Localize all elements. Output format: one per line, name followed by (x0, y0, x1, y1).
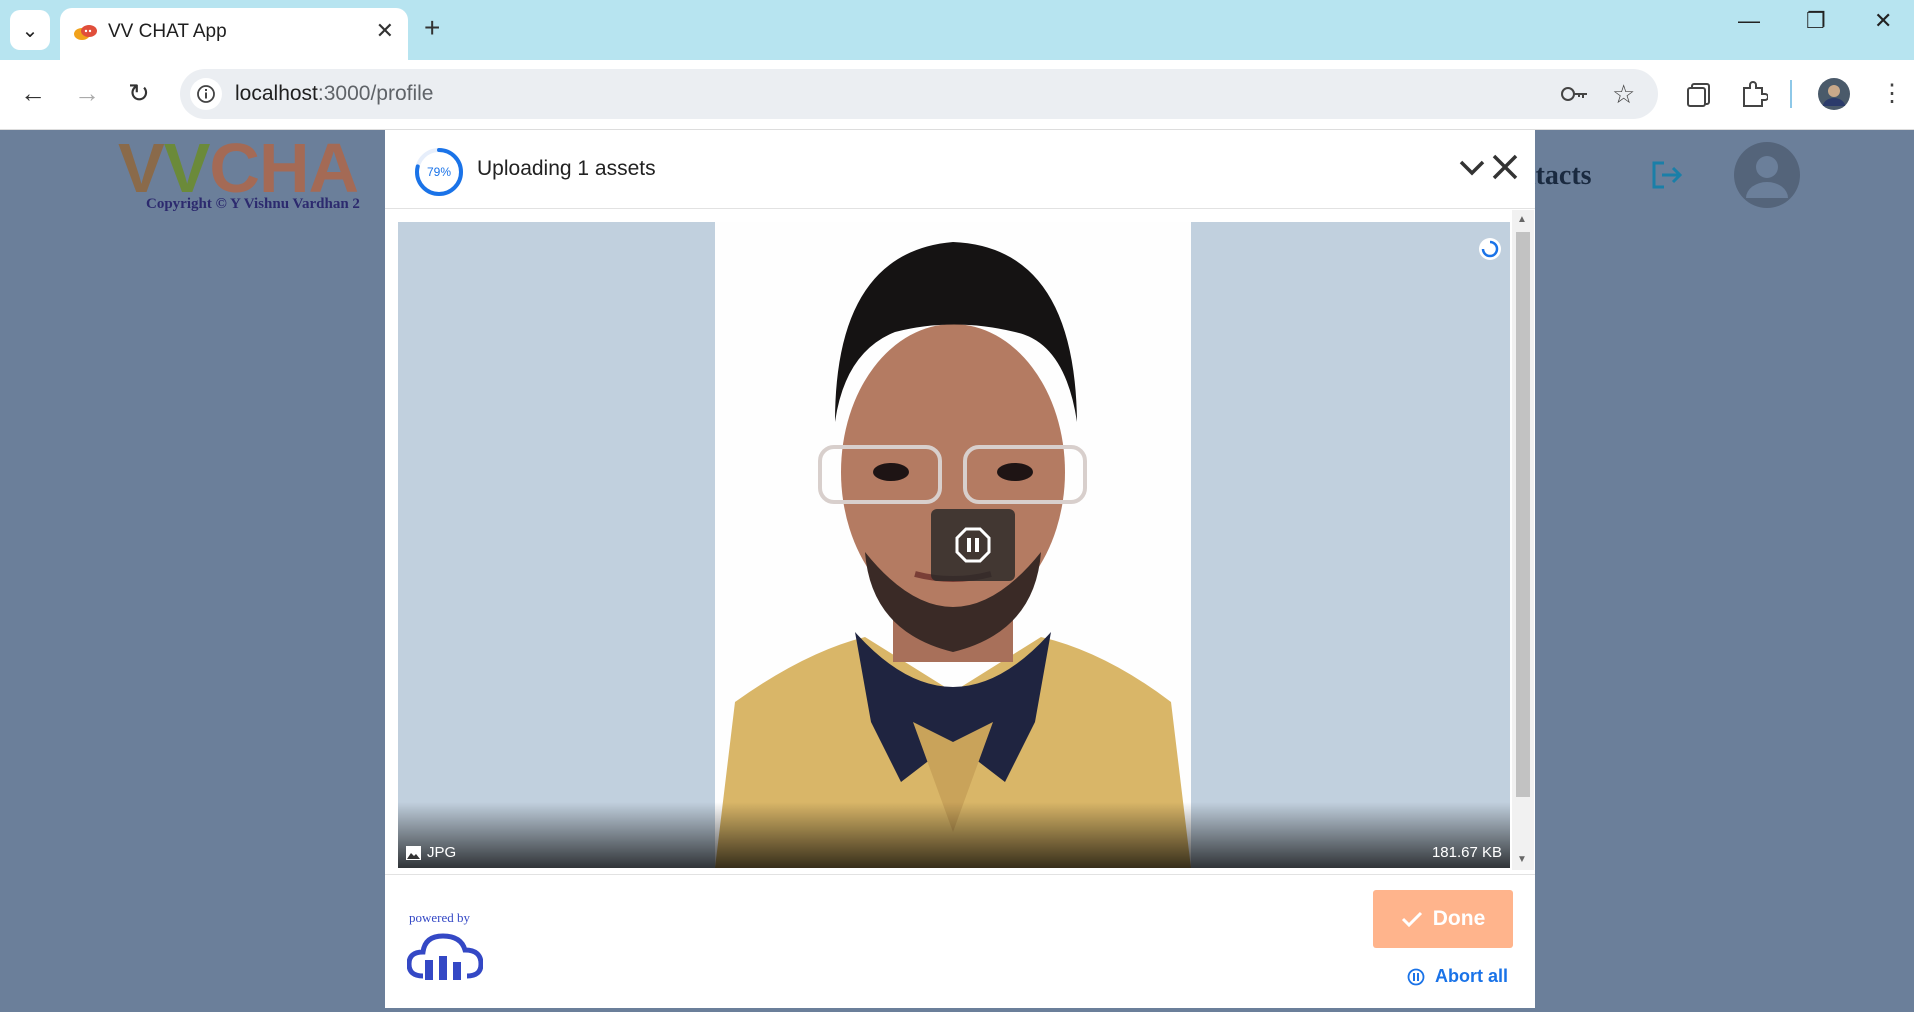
pause-icon (955, 527, 991, 563)
close-icon[interactable] (1487, 148, 1523, 186)
url-text[interactable]: localhost:3000/profile (235, 82, 433, 106)
file-size: 181.67 KB (1431, 844, 1502, 861)
file-type-text: JPG (427, 844, 457, 861)
cloud-logo-icon (407, 933, 483, 980)
tab-search-button[interactable]: ⌄ (10, 10, 50, 50)
modal-header: 79% Uploading 1 assets (385, 130, 1535, 209)
minimize-icon[interactable]: — (1738, 8, 1760, 34)
preview-scrollbar[interactable]: ▲ ▼ (1512, 210, 1534, 870)
copyright-text: Copyright © Y Vishnu Vardhan 2 (146, 196, 360, 212)
menu-icon[interactable]: ⋮ (1880, 79, 1904, 108)
upload-modal: 79% Uploading 1 assets JPG 181.67 KB ▲ ▼… (385, 130, 1535, 1008)
star-icon[interactable]: ☆ (1612, 79, 1635, 110)
browser-tab[interactable]: VV CHAT App ✕ (60, 8, 408, 60)
user-avatar[interactable] (1734, 142, 1800, 208)
toolbar-divider (1790, 80, 1792, 108)
done-label: Done (1432, 907, 1486, 930)
file-type-label: JPG (406, 844, 456, 861)
asset-preview: JPG 181.67 KB (398, 222, 1510, 868)
abort-all-button[interactable]: Abort all (1407, 966, 1508, 987)
pause-upload-button[interactable] (931, 509, 1015, 581)
abort-all-label: Abort all (1435, 966, 1509, 986)
upload-title: Uploading 1 assets (477, 157, 656, 180)
collapse-button[interactable] (1455, 148, 1489, 186)
reading-list-icon[interactable] (1686, 82, 1712, 108)
back-icon[interactable]: ← (20, 78, 46, 109)
key-icon[interactable] (1560, 83, 1590, 105)
logout-icon[interactable] (1650, 160, 1684, 190)
preview-gradient (398, 802, 1510, 868)
loading-spinner-icon (1479, 238, 1501, 260)
chat-favicon-icon (74, 25, 97, 40)
chevron-down-icon: ⌄ (21, 19, 39, 42)
restore-icon[interactable]: ❐ (1806, 8, 1826, 34)
forward-icon[interactable]: → (74, 78, 100, 109)
done-button[interactable]: Done (1373, 890, 1513, 948)
browser-toolbar: ← → ↻ localhost:3000/profile ☆ ⋮ (0, 60, 1914, 130)
scroll-down-icon[interactable]: ▼ (1517, 854, 1527, 865)
progress-percent: 79% (426, 165, 452, 179)
check-icon (1401, 911, 1422, 928)
site-info-icon[interactable] (190, 78, 222, 110)
scroll-thumb[interactable] (1516, 232, 1530, 797)
window-close-icon[interactable]: ✕ (1874, 8, 1892, 34)
powered-by-text: powered by (409, 910, 471, 925)
reload-icon[interactable]: ↻ (128, 78, 150, 109)
image-icon (406, 845, 421, 860)
tab-bar: ⌄ VV CHAT App ✕ + — ❐ ✕ (0, 0, 1914, 60)
footer-divider (385, 874, 1535, 875)
address-bar[interactable]: localhost:3000/profile ☆ (180, 69, 1658, 119)
url-path: :3000/profile (317, 82, 434, 105)
close-tab-icon[interactable]: ✕ (376, 18, 394, 44)
tab-title: VV CHAT App (108, 21, 227, 42)
pause-icon (1407, 968, 1425, 985)
extensions-icon[interactable] (1740, 80, 1768, 108)
url-host: localhost (235, 82, 318, 105)
profile-avatar-icon[interactable] (1818, 78, 1850, 110)
scroll-up-icon[interactable]: ▲ (1517, 214, 1527, 225)
new-tab-button[interactable]: + (424, 12, 440, 44)
